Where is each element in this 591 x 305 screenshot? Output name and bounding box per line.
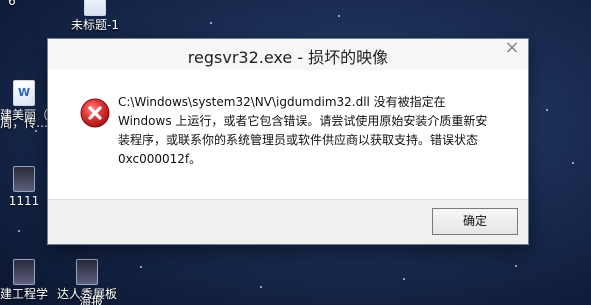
close-icon: × bbox=[504, 37, 520, 58]
desktop-icon-image-4[interactable]: 海报 bbox=[74, 295, 108, 305]
star bbox=[403, 278, 405, 280]
desktop-icon-label: 周，传... bbox=[0, 116, 48, 130]
dialog-content: C:\Windows\system32\NV\igdumdim32.dll 没有… bbox=[48, 70, 528, 202]
image-icon bbox=[13, 166, 35, 192]
document-icon bbox=[84, 0, 106, 16]
desktop-icon-untitled[interactable]: 未标题-1 bbox=[70, 0, 120, 32]
ok-button[interactable]: 确定 bbox=[432, 208, 518, 235]
desktop-icon-label: 6 bbox=[8, 0, 16, 8]
desktop-icon-6[interactable]: 6 bbox=[2, 0, 22, 8]
dialog-title: regsvr32.exe - 损坏的映像 bbox=[187, 48, 389, 67]
desktop-icon-image-1111[interactable]: 1111 bbox=[0, 166, 48, 208]
desktop-icon-label: 未标题-1 bbox=[71, 18, 119, 32]
image-icon bbox=[76, 259, 98, 285]
star bbox=[515, 265, 517, 267]
star bbox=[35, 130, 37, 132]
star bbox=[338, 15, 340, 17]
desktop-icon-label: 1111 bbox=[8, 194, 40, 208]
star bbox=[18, 230, 20, 232]
word-icon bbox=[13, 80, 35, 106]
desktop-icon-label: 海报 bbox=[78, 295, 103, 305]
error-dialog: regsvr32.exe - 损坏的映像 × C:\Windows\system… bbox=[47, 38, 529, 245]
close-button[interactable]: × bbox=[498, 37, 526, 58]
desktop-icon-word-2[interactable]: 周，传... bbox=[0, 116, 48, 130]
error-message: C:\Windows\system32\NV\igdumdim32.dll 没有… bbox=[118, 95, 488, 166]
desktop-icon-label: 建工程学 bbox=[0, 287, 49, 301]
star bbox=[260, 286, 262, 288]
star bbox=[210, 22, 212, 24]
dialog-footer: 确定 bbox=[48, 199, 528, 244]
image-icon bbox=[13, 259, 35, 285]
error-icon bbox=[80, 98, 110, 128]
star bbox=[572, 162, 574, 164]
dialog-titlebar[interactable]: regsvr32.exe - 损坏的映像 × bbox=[48, 39, 528, 70]
desktop-icon-image-2[interactable]: 建工程学 bbox=[0, 259, 48, 301]
star bbox=[546, 109, 548, 111]
star bbox=[140, 266, 142, 268]
